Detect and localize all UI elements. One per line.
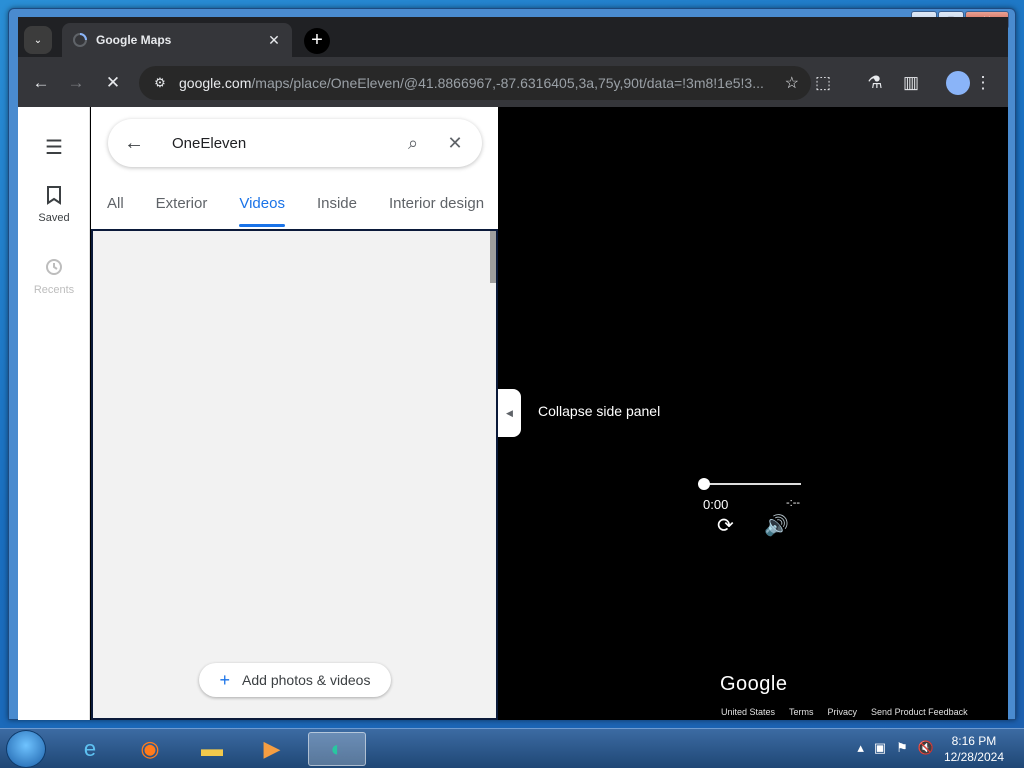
address-bar[interactable]: ⚙ google.com/maps/place/OneEleven/@41.88… bbox=[139, 66, 811, 100]
tab-exterior[interactable]: Exterior bbox=[140, 193, 224, 229]
loading-icon bbox=[73, 33, 87, 47]
video-player-controls: 0:00 -:-- ⟳ 🔊 bbox=[698, 477, 808, 547]
tray-expand-icon[interactable]: ▴ bbox=[857, 740, 864, 756]
url-text[interactable]: google.com/maps/place/OneEleven/@41.8866… bbox=[179, 75, 779, 91]
search-box: ← OneEleven ⌕ ✕ bbox=[108, 119, 482, 167]
collapse-tooltip: Collapse side panel bbox=[532, 401, 667, 421]
tab-interior-design[interactable]: Interior design bbox=[373, 193, 500, 229]
add-photos-label: Add photos & videos bbox=[242, 672, 371, 688]
lab-icon[interactable]: ⚗ bbox=[864, 72, 886, 94]
explorer-icon[interactable]: ▬ bbox=[186, 732, 238, 766]
volume-muted-icon[interactable]: 🔇 bbox=[918, 740, 934, 756]
rail-saved-label: Saved bbox=[38, 212, 70, 224]
plus-icon: + bbox=[219, 669, 231, 690]
footer-terms[interactable]: Terms bbox=[789, 707, 814, 717]
duration: -:-- bbox=[786, 497, 801, 509]
back-icon[interactable]: ← bbox=[30, 72, 52, 94]
extension-icon[interactable]: ⬚ bbox=[812, 72, 834, 94]
google-logo: Google bbox=[720, 673, 788, 695]
start-button[interactable] bbox=[6, 730, 46, 768]
close-icon[interactable]: ✕ bbox=[444, 133, 466, 154]
replay-icon[interactable]: ⟳ bbox=[717, 513, 734, 538]
add-photos-button[interactable]: + Add photos & videos bbox=[199, 663, 391, 697]
tab-search-icon[interactable]: ⌄ bbox=[24, 26, 52, 54]
side-panel: ← OneEleven ⌕ ✕ All Exterior Videos Insi… bbox=[91, 107, 498, 720]
rail-recents[interactable]: Recents bbox=[18, 257, 90, 296]
chrome-taskbar-icon[interactable]: ◐ bbox=[308, 732, 366, 766]
browser-toolbar: ← → ✕ ⚙ google.com/maps/place/OneEleven/… bbox=[18, 57, 1008, 107]
back-icon[interactable]: ← bbox=[124, 132, 148, 155]
footer-feedback[interactable]: Send Product Feedback bbox=[871, 707, 968, 717]
tab-title: Google Maps bbox=[96, 33, 172, 47]
tab-all[interactable]: All bbox=[91, 193, 140, 229]
new-tab-button[interactable]: + bbox=[304, 28, 330, 54]
rail-saved[interactable]: Saved bbox=[18, 185, 90, 224]
clock-time: 8:16 PM bbox=[951, 734, 997, 748]
site-info-icon[interactable]: ⚙ bbox=[151, 75, 169, 91]
bookmark-icon bbox=[47, 186, 61, 205]
star-icon[interactable]: ☆ bbox=[785, 73, 799, 93]
footer-privacy[interactable]: Privacy bbox=[828, 707, 858, 717]
scrollbar[interactable] bbox=[490, 231, 496, 283]
photo-category-tabs: All Exterior Videos Inside Interior desi… bbox=[91, 193, 498, 229]
rail-recents-label: Recents bbox=[33, 284, 75, 296]
clock-date: 12/28/2024 bbox=[943, 750, 1004, 764]
maps-side-rail: ☰ Saved Recents bbox=[18, 107, 90, 720]
network-icon[interactable]: ▣ bbox=[874, 740, 886, 756]
tab-inside[interactable]: Inside bbox=[301, 193, 373, 229]
browser-window: ▁ ▢ ✕ ⌄ Google Maps ✕ + ← → ✕ ⚙ google.c… bbox=[8, 8, 1016, 720]
map-footer: United States Terms Privacy Send Product… bbox=[721, 707, 968, 717]
media-gallery[interactable]: + Add photos & videos bbox=[91, 229, 498, 720]
tab-close-icon[interactable]: ✕ bbox=[266, 32, 282, 49]
tab-google-maps[interactable]: Google Maps ✕ bbox=[62, 23, 292, 57]
current-time: 0:00 bbox=[703, 497, 729, 512]
firefox-icon[interactable]: ◉ bbox=[124, 732, 176, 766]
kebab-icon[interactable]: ⋮ bbox=[972, 72, 994, 94]
forward-icon[interactable]: → bbox=[65, 72, 87, 94]
search-icon[interactable]: ⌕ bbox=[402, 133, 424, 154]
flag-icon[interactable]: ⚑ bbox=[896, 740, 908, 756]
video-progress-track[interactable] bbox=[704, 483, 801, 485]
chrome-browser: ⌄ Google Maps ✕ + ← → ✕ ⚙ google.com/map… bbox=[18, 17, 1008, 720]
clock[interactable]: 8:16 PM 12/28/2024 bbox=[944, 733, 1004, 765]
media-player-icon[interactable]: ▶ bbox=[246, 732, 298, 766]
menu-icon[interactable]: ☰ bbox=[18, 135, 90, 160]
system-tray: ▴ ▣ ⚑ 🔇 bbox=[857, 740, 934, 756]
stop-icon[interactable]: ✕ bbox=[102, 72, 124, 94]
tab-videos[interactable]: Videos bbox=[223, 193, 301, 229]
history-icon bbox=[46, 259, 62, 275]
collapse-side-panel-button[interactable]: ◀ bbox=[498, 389, 521, 437]
maps-content: ☰ Saved Recents ← OneEleven ⌕ ✕ All Exte… bbox=[18, 107, 1008, 720]
video-progress-handle[interactable] bbox=[698, 478, 710, 490]
ie-icon[interactable]: e bbox=[64, 732, 116, 766]
sidepanel-icon[interactable]: ▥ bbox=[900, 72, 922, 94]
volume-icon[interactable]: 🔊 bbox=[764, 513, 789, 538]
profile-icon[interactable] bbox=[946, 71, 970, 95]
tab-strip: ⌄ Google Maps ✕ + bbox=[18, 17, 1008, 57]
search-input[interactable]: OneEleven bbox=[172, 135, 382, 152]
taskbar: e ◉ ▬ ▶ ◐ ▴ ▣ ⚑ 🔇 8:16 PM 12/28/2024 bbox=[0, 728, 1024, 768]
footer-country[interactable]: United States bbox=[721, 707, 775, 717]
